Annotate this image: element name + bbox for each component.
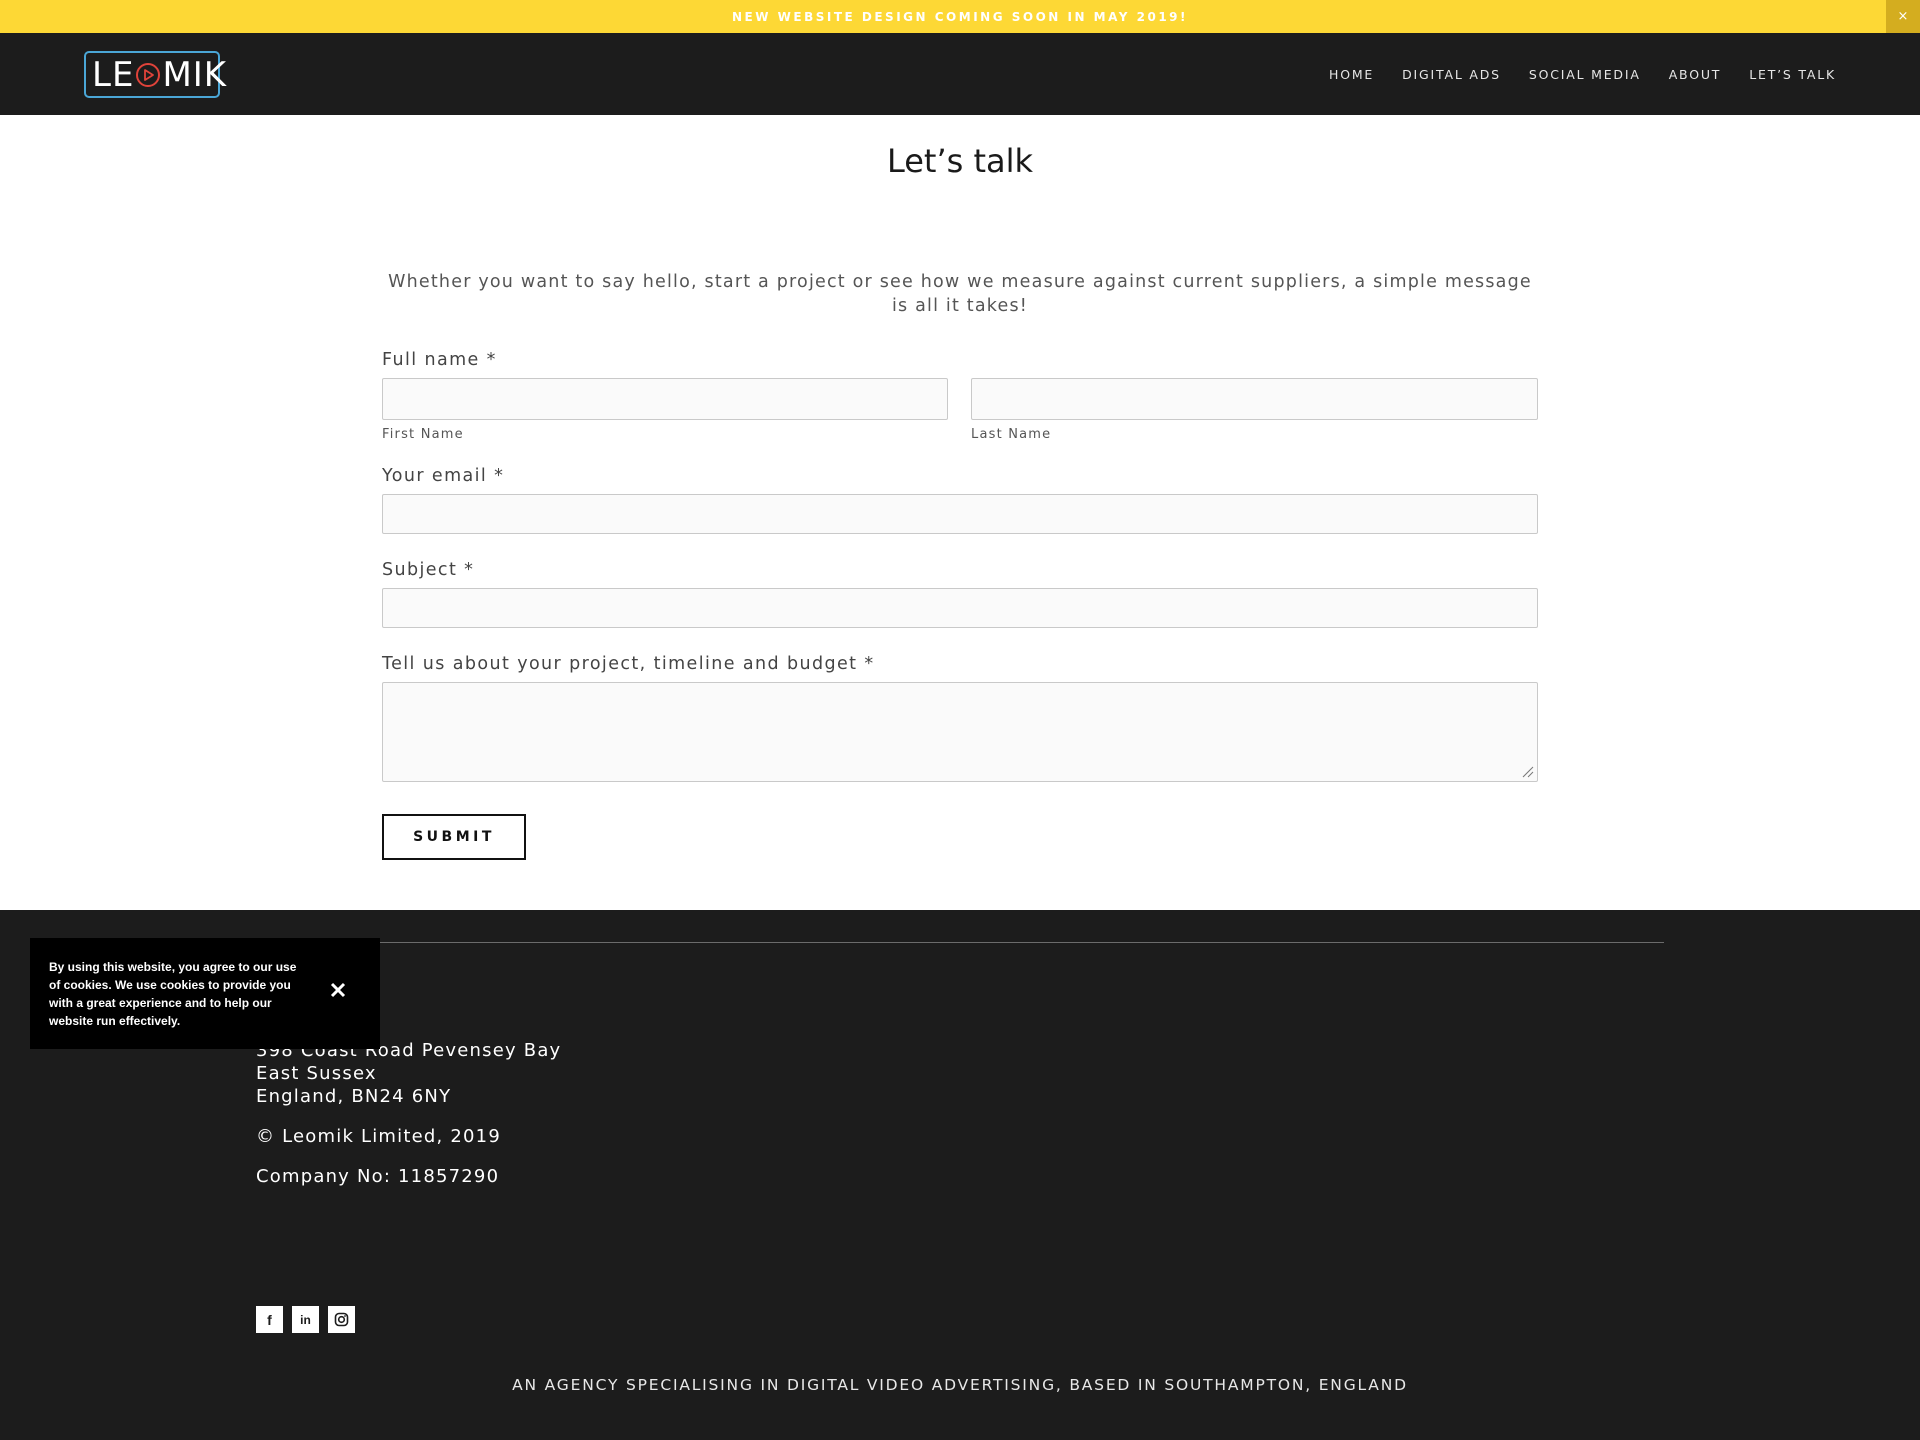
cookie-close-button[interactable] — [326, 978, 350, 1002]
linkedin-link[interactable]: in — [292, 1306, 319, 1333]
nav-social-media[interactable]: SOCIAL MEDIA — [1529, 67, 1641, 82]
cookie-text: By using this website, you agree to our … — [49, 960, 297, 1028]
facebook-icon: f — [267, 1311, 272, 1328]
email-field[interactable] — [382, 494, 1538, 534]
linkedin-icon: in — [300, 1312, 311, 1327]
copyright: © Leomik Limited, 2019 — [256, 1126, 501, 1147]
announcement-bar: NEW WEBSITE DESIGN COMING SOON IN MAY 20… — [0, 0, 1920, 33]
announcement-text: NEW WEBSITE DESIGN COMING SOON IN MAY 20… — [732, 9, 1188, 24]
instagram-link[interactable] — [328, 1306, 355, 1333]
logo-text-start: LE — [92, 54, 135, 95]
message-label: Tell us about your project, timeline and… — [382, 654, 875, 674]
last-name-input[interactable] — [971, 378, 1538, 420]
instagram-icon — [334, 1312, 349, 1327]
site-header: LE MIK HOME DIGITAL ADS SOCIAL MEDIA ABO… — [0, 33, 1920, 115]
nav-about[interactable]: ABOUT — [1669, 67, 1722, 82]
logo-text-end: MIK — [162, 54, 228, 95]
address-line-2: East Sussex — [256, 1063, 377, 1084]
last-name-sublabel: Last Name — [971, 427, 1052, 442]
subject-label: Subject * — [382, 560, 475, 580]
footer-divider — [256, 942, 1664, 943]
main-nav: HOME DIGITAL ADS SOCIAL MEDIA ABOUT LET’… — [1329, 33, 1836, 115]
message-textarea[interactable] — [382, 682, 1538, 782]
nav-digital-ads[interactable]: DIGITAL ADS — [1402, 67, 1501, 82]
logo-wordmark: LE MIK — [92, 55, 227, 95]
announcement-close-button[interactable]: × — [1886, 0, 1920, 33]
intro-text: Whether you want to say hello, start a p… — [388, 272, 1532, 316]
play-icon — [136, 62, 161, 87]
company-number: Company No: 11857290 — [256, 1166, 500, 1187]
footer-tagline: AN AGENCY SPECIALISING IN DIGITAL VIDEO … — [512, 1376, 1408, 1394]
nav-lets-talk[interactable]: LET’S TALK — [1749, 67, 1836, 82]
submit-button[interactable]: SUBMIT — [382, 814, 526, 860]
address-line-3: England, BN24 6NY — [256, 1086, 452, 1107]
full-name-label: Full name * — [382, 350, 497, 370]
close-icon — [330, 982, 346, 998]
first-name-sublabel: First Name — [382, 427, 464, 442]
subject-field[interactable] — [382, 588, 1538, 628]
facebook-link[interactable]: f — [256, 1306, 283, 1333]
nav-home[interactable]: HOME — [1329, 67, 1374, 82]
resize-handle-icon[interactable] — [1522, 766, 1534, 778]
close-icon: × — [1897, 9, 1909, 24]
page-title: Let’s talk — [886, 142, 1034, 180]
first-name-input[interactable] — [382, 378, 948, 420]
cookie-banner: By using this website, you agree to our … — [30, 938, 380, 1049]
email-label: Your email * — [382, 466, 505, 486]
logo[interactable]: LE MIK — [84, 51, 226, 98]
